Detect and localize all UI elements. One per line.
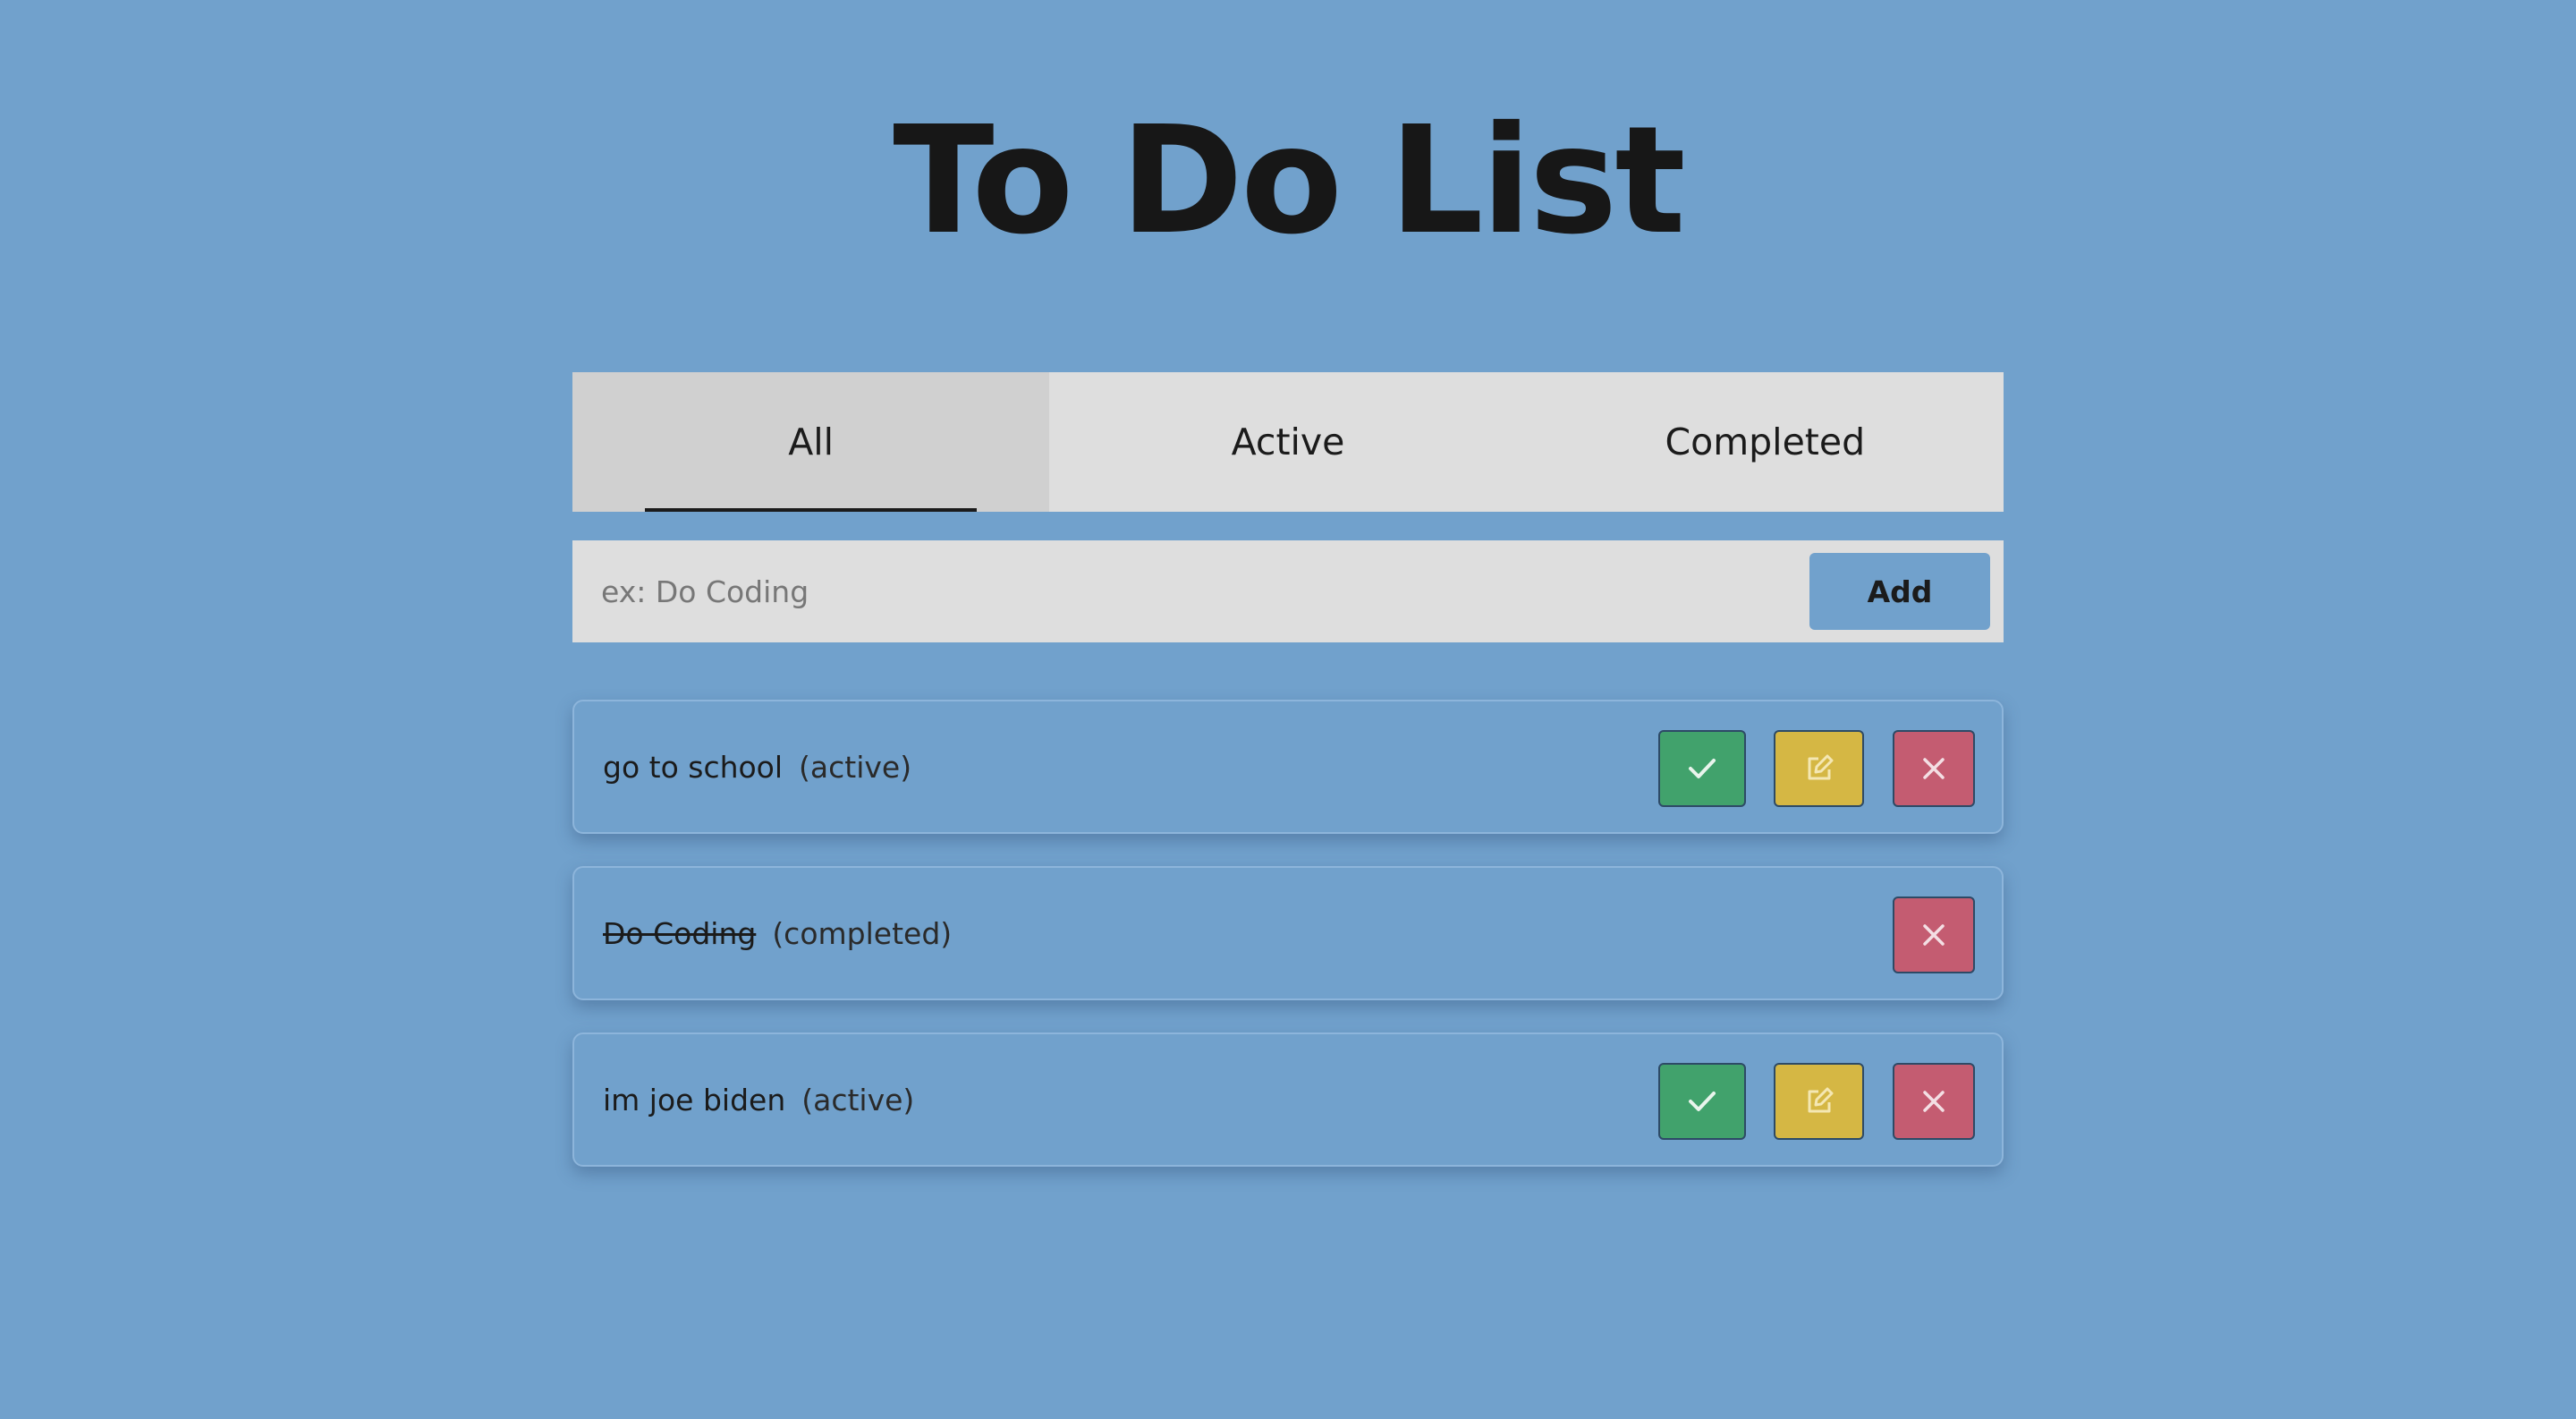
edit-icon (1808, 754, 1833, 780)
page-title: To Do List (893, 95, 1686, 268)
tab-completed[interactable]: Completed (1527, 372, 2004, 512)
complete-button[interactable] (1658, 1063, 1746, 1140)
complete-button[interactable] (1658, 730, 1746, 807)
todo-text: Do Coding (completed) (603, 868, 952, 998)
task-name: go to school (603, 749, 784, 785)
new-task-input[interactable] (572, 540, 1798, 642)
tab-all[interactable]: All (572, 372, 1050, 512)
task-status: (active) (799, 749, 912, 785)
task-status: (completed) (772, 915, 953, 951)
tab-completed-label: Completed (1665, 421, 1866, 463)
selected-tab-underline (645, 508, 978, 512)
tab-all-label: All (788, 421, 835, 463)
delete-button[interactable] (1893, 730, 1975, 807)
tab-active-label: Active (1231, 421, 1345, 463)
close-icon (1923, 1091, 1945, 1112)
check-icon (1689, 759, 1716, 778)
close-icon (1923, 924, 1945, 946)
add-task-form: Add (572, 540, 2004, 642)
edit-button[interactable] (1774, 1063, 1864, 1140)
close-icon (1923, 758, 1945, 779)
todo-list: go to school (active) Do Coding (complet… (572, 700, 2004, 1199)
tab-active[interactable]: Active (1049, 372, 1526, 512)
check-icon (1689, 1092, 1716, 1111)
filter-tabs: All Active Completed (572, 372, 2004, 512)
todo-text: im joe biden (active) (603, 1034, 914, 1165)
todo-item: go to school (active) (572, 700, 2004, 834)
todo-app: To Do List All Active Completed Add go t… (0, 0, 2576, 1419)
task-status: (active) (801, 1082, 915, 1117)
edit-button[interactable] (1774, 730, 1864, 807)
todo-item: Do Coding (completed) (572, 866, 2004, 1000)
delete-button[interactable] (1893, 896, 1975, 973)
task-name: Do Coding (603, 915, 757, 951)
todo-item: im joe biden (active) (572, 1032, 2004, 1167)
todo-text: go to school (active) (603, 701, 911, 832)
delete-button[interactable] (1893, 1063, 1975, 1140)
add-button[interactable]: Add (1809, 553, 1990, 630)
task-name: im joe biden (603, 1082, 786, 1117)
edit-icon (1808, 1087, 1833, 1113)
